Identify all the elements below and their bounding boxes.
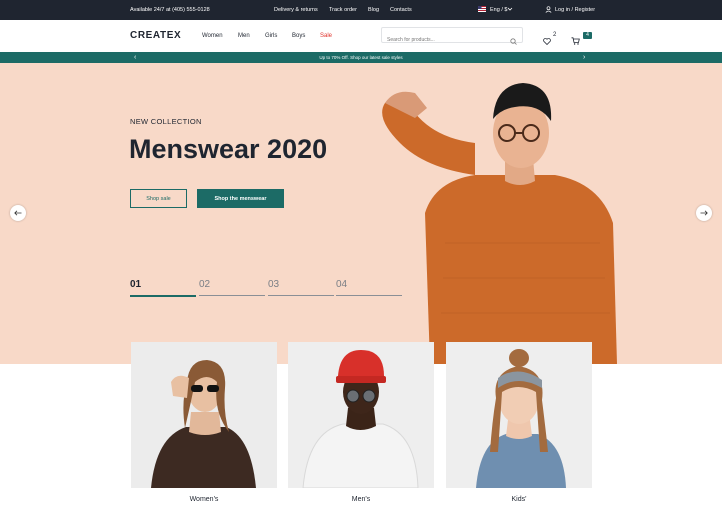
hero-next-button[interactable] (696, 205, 712, 221)
search-icon[interactable] (510, 32, 517, 50)
heart-icon[interactable] (543, 32, 551, 50)
promo-bar: ‹ Up to 70% Off. Shop our latest sale st… (0, 52, 722, 63)
slide-indicator-01[interactable]: 01 (130, 279, 141, 290)
topbar-link-blog[interactable]: Blog (368, 7, 379, 13)
category-kids-image[interactable] (446, 342, 592, 488)
top-bar: Available 24/7 at (405) 555-0128 Deliver… (0, 0, 722, 20)
hero-title: Menswear 2020 (129, 134, 328, 164)
login-register-link[interactable]: Log in / Register (555, 7, 595, 13)
hero-banner (0, 63, 722, 364)
main-header (0, 20, 722, 52)
promo-text[interactable]: Up to 70% Off. Shop our latest sale styl… (0, 55, 722, 60)
slide-progress-02 (199, 295, 265, 296)
nav-men[interactable]: Men (238, 33, 250, 39)
user-icon (545, 6, 552, 15)
nav-women[interactable]: Women (202, 33, 223, 39)
hero-prev-button[interactable] (10, 205, 26, 221)
slide-progress-01 (130, 295, 196, 297)
slide-progress-03 (268, 295, 334, 296)
category-women-label[interactable]: Women's (131, 496, 277, 503)
arrow-right-icon (700, 209, 708, 218)
shop-sale-button[interactable]: Shop sale (130, 189, 187, 208)
wishlist-count: 2 (553, 32, 557, 38)
category-women-image[interactable] (131, 342, 277, 488)
shop-menswear-button[interactable]: Shop the menswear (197, 189, 284, 208)
slide-indicator-04[interactable]: 04 (336, 279, 347, 290)
topbar-link-delivery[interactable]: Delivery & returns (274, 7, 318, 13)
logo[interactable]: CREATEX (130, 30, 181, 41)
category-men-image[interactable] (288, 342, 434, 488)
slide-progress-04 (336, 295, 402, 296)
cart-count-badge: 4 (583, 32, 592, 39)
topbar-link-track-order[interactable]: Track order (329, 7, 357, 13)
slide-indicator-02[interactable]: 02 (199, 279, 210, 290)
topbar-link-contacts[interactable]: Contacts (390, 7, 412, 13)
arrow-left-icon (14, 209, 22, 218)
hero-model-image (382, 83, 617, 364)
search-input[interactable] (382, 33, 507, 47)
cart-icon[interactable] (571, 32, 580, 50)
nav-girls[interactable]: Girls (265, 33, 277, 39)
hero-kicker: NEW COLLECTION (130, 117, 202, 126)
search-box[interactable] (381, 27, 523, 47)
category-men-label[interactable]: Men's (288, 496, 434, 503)
availability-text: Available 24/7 at (405) 555-0128 (130, 7, 210, 13)
logo-text: CREATEX (130, 30, 182, 41)
flag-icon (478, 6, 486, 14)
chevron-down-icon (507, 6, 513, 14)
locale-selector[interactable]: Eng / $ (490, 7, 507, 13)
nav-boys[interactable]: Boys (292, 33, 305, 39)
slide-indicator-03[interactable]: 03 (268, 279, 279, 290)
promo-next-icon[interactable]: › (583, 54, 585, 61)
nav-sale[interactable]: Sale (320, 33, 332, 39)
category-kids-label[interactable]: Kids' (446, 496, 592, 503)
